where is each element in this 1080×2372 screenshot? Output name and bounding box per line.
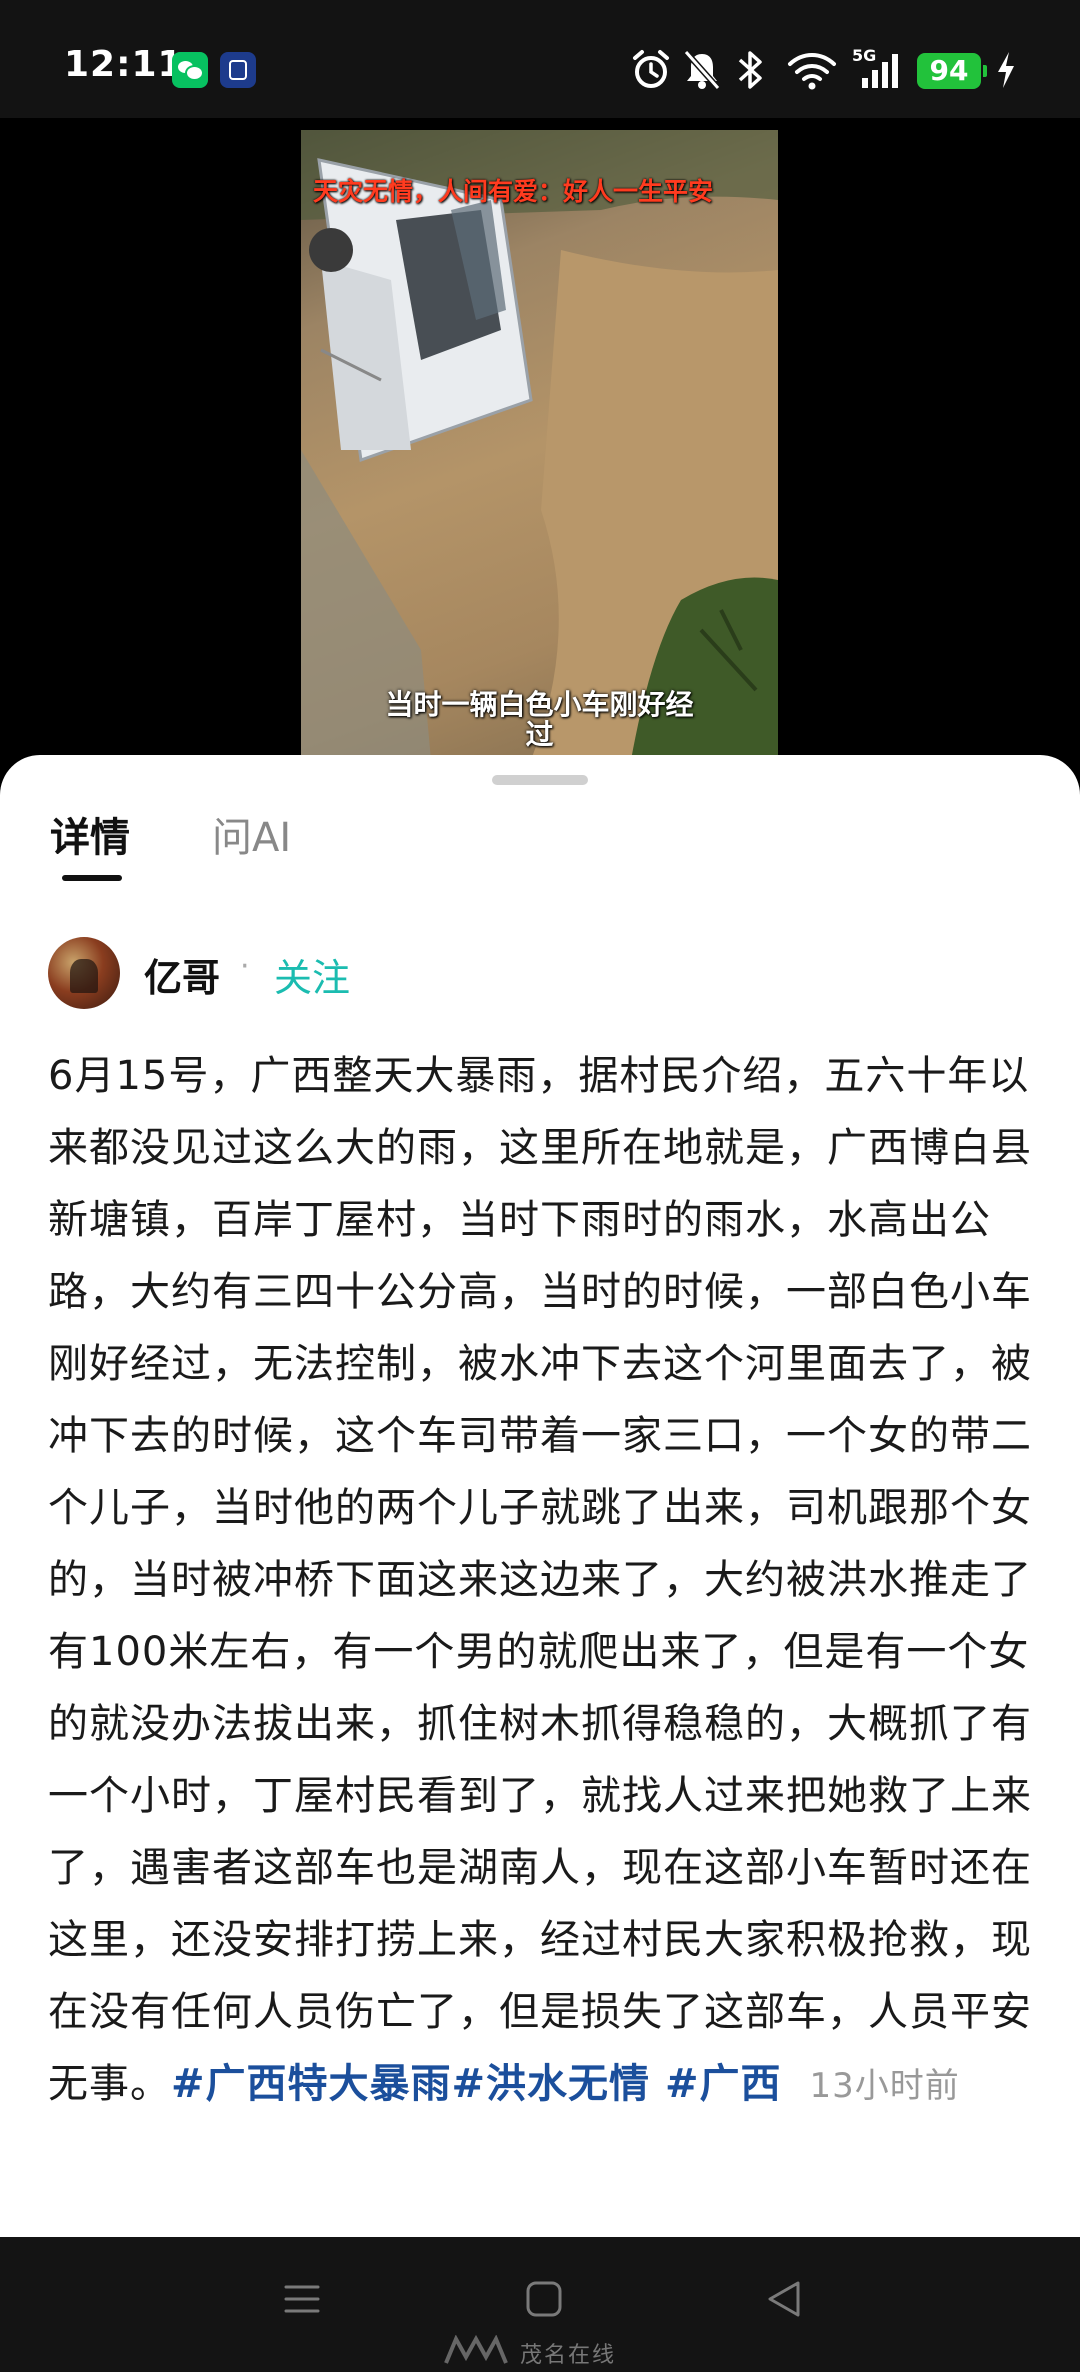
post-text: 6月15号，广西整天大暴雨，据村民介绍，五六十年以来都没见过这么大的雨，这里所在… <box>48 1053 1032 2107</box>
hashtag-link[interactable]: #洪水无情 <box>452 2061 651 2107</box>
post-body: 6月15号，广西整天大暴雨，据村民介绍，五六十年以来都没见过这么大的雨，这里所在… <box>48 1040 1038 2122</box>
video-player[interactable]: 天灾无情，人间有爱：好人一生平安 当时一辆白色小车刚好经 过 <box>0 118 1080 778</box>
separator-dot: · <box>240 949 250 984</box>
video-subtitle-line1: 当时一辆白色小车刚好经 <box>385 688 694 721</box>
battery-indicator: 94 <box>917 53 987 89</box>
mute-icon <box>683 50 721 90</box>
home-icon[interactable] <box>524 2279 564 2319</box>
video-frame[interactable]: 天灾无情，人间有爱：好人一生平安 当时一辆白色小车刚好经 过 <box>301 130 778 760</box>
status-bar: 12:11 5G 94 <box>0 0 1080 118</box>
signal-icon <box>862 54 898 88</box>
sheet-drag-handle[interactable] <box>492 775 588 785</box>
active-tab-indicator <box>62 875 122 881</box>
system-nav-bar: 茂名在线 <box>0 2237 1080 2372</box>
video-caption-top: 天灾无情，人间有爱：好人一生平安 <box>313 177 714 206</box>
bluetooth-icon <box>738 51 762 89</box>
wechat-icon <box>172 52 208 88</box>
detail-sheet: 详情 问AI 亿哥 · 关注 6月15号，广西整天大暴雨，据村民介绍，五六十年以… <box>0 755 1080 2237</box>
watermark-logo-icon <box>444 2335 508 2364</box>
lock-app-icon <box>220 52 256 88</box>
flooded-car-illustration <box>301 130 778 760</box>
video-subtitle-line2: 过 <box>525 718 554 751</box>
watermark-text: 茂名在线 <box>520 2343 617 2368</box>
wifi-icon <box>788 53 836 90</box>
author-name[interactable]: 亿哥 <box>144 947 220 1002</box>
back-icon[interactable] <box>764 2279 804 2319</box>
video-subtitle: 当时一辆白色小车刚好经 过 <box>301 690 778 750</box>
hashtag-link[interactable]: #广西 <box>650 2061 781 2107</box>
alarm-icon <box>633 50 669 88</box>
charging-icon <box>998 52 1014 88</box>
follow-button[interactable]: 关注 <box>274 947 350 1002</box>
avatar[interactable] <box>48 937 120 1009</box>
hashtag-link[interactable]: #广西特大暴雨 <box>171 2061 452 2107</box>
tab-details[interactable]: 详情 <box>50 805 130 863</box>
post-timestamp: 13小时前 <box>809 2066 960 2106</box>
tab-ask-ai[interactable]: 问AI <box>212 805 291 863</box>
author-row: 亿哥 · 关注 <box>48 935 1032 1011</box>
status-time: 12:11 <box>64 44 184 85</box>
menu-icon[interactable] <box>282 2279 322 2319</box>
